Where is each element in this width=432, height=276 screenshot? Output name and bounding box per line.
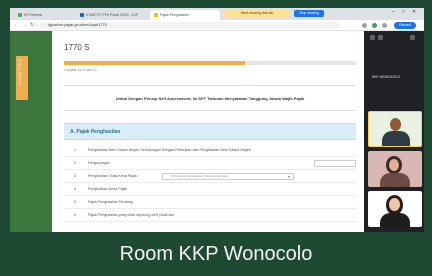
participant-body — [380, 213, 410, 227]
url-field[interactable]: djponline.pajak.go.id/rev1/spt/1770 — [40, 22, 340, 29]
tab-favicon-icon — [154, 13, 158, 18]
room-caption: Room KKP Wonocolo — [119, 243, 313, 265]
step-indicator: Langkah ke 5 dari 12 — [64, 68, 97, 72]
sidebar-form-label: Formulir 1770 S — [18, 59, 22, 85]
row-label: Pajak Penghasilan yang telah dipotong ol… — [88, 213, 175, 217]
row-number: 6 — [74, 213, 76, 217]
minimize-icon[interactable]: – — [392, 9, 395, 15]
participant-tile[interactable] — [368, 111, 422, 147]
form-row: 6 Pajak Penghasilan yang telah dipotong … — [64, 210, 356, 222]
app-sidebar: Formulir 1770 S — [10, 31, 52, 232]
form-row: 4 Penghasilan Kena Pajak — [64, 184, 356, 196]
form-row: 3 Penghasilan Tidak Kena Pajak Pilih Sta… — [64, 171, 356, 183]
section-header-pajak[interactable]: A. Pajak Penghasilan — [64, 123, 356, 140]
row-number: 5 — [74, 200, 76, 204]
row-number: 2 — [74, 161, 76, 165]
profile-button[interactable]: Paused — [394, 22, 416, 29]
reload-icon[interactable]: ↻ — [30, 22, 34, 28]
stop-sharing-button[interactable]: Stop sharing — [294, 10, 324, 17]
progress-fill — [64, 61, 246, 65]
share-notice: Meet sharing this tab — [224, 10, 290, 17]
participant-head — [389, 198, 400, 211]
extension-icon[interactable] — [372, 23, 377, 28]
browser-address-bar: ← → ↻ djponline.pajak.go.id/rev1/spt/177… — [10, 20, 424, 31]
browser-tab[interactable]: ID Presensi — [14, 10, 72, 20]
main-content: 1770 S Langkah ke 5 dari 12 Untuk Dengan… — [52, 31, 364, 232]
row-label: Penghasilan Neto Dalam Negeri Sehubungan… — [88, 148, 251, 152]
browser-tab-bar: ID Presensi E-BUPOT PPh Pasal 23/26 - DJ… — [10, 8, 424, 20]
participant-head — [389, 159, 399, 171]
browser-tab-active[interactable]: Pajak Penghasilan — [150, 10, 220, 20]
form-row: 5 Pajak Penghasilan Terutang — [64, 197, 356, 209]
form-row: 1 Penghasilan Neto Dalam Negeri Sehubung… — [64, 145, 356, 157]
row-number: 1 — [74, 148, 76, 152]
page-title: 1770 S — [64, 43, 90, 52]
tab-label: E-BUPOT PPh Pasal 23/26 - DJP — [86, 13, 139, 17]
pengurangan-input[interactable] — [314, 160, 356, 167]
tab-label: Pajak Penghasilan — [160, 13, 189, 17]
tab-label: ID Presensi — [24, 13, 43, 17]
video-frame: ID Presensi E-BUPOT PPh Pasal 23/26 - DJ… — [0, 0, 432, 276]
row-number: 4 — [74, 187, 76, 191]
grid-icon[interactable] — [370, 35, 375, 40]
participant-head — [390, 118, 401, 131]
row-label: Penghasilan Tidak Kena Pajak — [88, 174, 137, 178]
extension-icon[interactable] — [362, 23, 367, 28]
progress-bar — [64, 61, 356, 65]
url-text: djponline.pajak.go.id/rev1/spt/1770 — [48, 23, 107, 27]
shared-screen: ID Presensi E-BUPOT PPh Pasal 23/26 - DJ… — [10, 8, 424, 232]
tab-favicon-icon — [80, 13, 84, 18]
chat-icon[interactable] — [378, 35, 383, 40]
row-number: 3 — [74, 174, 76, 178]
select-value: Pilih Status Penghasilan Tidak Kena Paja… — [171, 174, 228, 178]
meet-participants-panel: KKP WONOCOLO — [364, 31, 424, 232]
maximize-icon[interactable]: □ — [402, 9, 405, 15]
close-panel-icon[interactable] — [410, 35, 415, 40]
statement-banner: Untuk Dengan Prinsip Self Assessment, is… — [64, 85, 356, 111]
row-label: Pengurangan — [88, 161, 110, 165]
ptkp-status-select[interactable]: Pilih Status Penghasilan Tidak Kena Paja… — [162, 173, 294, 180]
close-icon[interactable]: ✕ — [412, 9, 416, 15]
participant-tile[interactable] — [368, 151, 422, 187]
chevron-down-icon: ▾ — [287, 174, 290, 179]
tab-favicon-icon — [18, 13, 22, 18]
extension-icon[interactable] — [382, 23, 387, 28]
forward-icon[interactable]: → — [22, 22, 27, 28]
meet-room-name: KKP WONOCOLO — [372, 75, 401, 79]
meet-panel-toolbar — [364, 31, 424, 45]
participant-body — [380, 173, 410, 187]
row-label: Penghasilan Kena Pajak — [88, 187, 128, 191]
participant-tile[interactable] — [368, 191, 422, 227]
participant-body — [382, 131, 410, 146]
back-icon[interactable]: ← — [14, 22, 19, 28]
row-label: Pajak Penghasilan Terutang — [88, 200, 133, 204]
form-row: 2 Pengurangan — [64, 158, 356, 170]
browser-tab[interactable]: E-BUPOT PPh Pasal 23/26 - DJP — [76, 10, 146, 20]
